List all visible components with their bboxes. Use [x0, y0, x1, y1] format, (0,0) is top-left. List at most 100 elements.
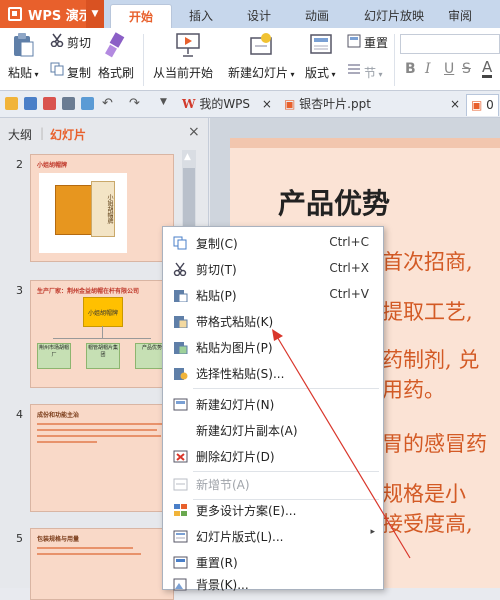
ppt-file-icon: ▣ — [284, 97, 296, 111]
layout-button[interactable]: 版式 ▾ — [305, 64, 336, 81]
format-brush-button[interactable]: 格式刷 — [98, 64, 134, 81]
menu-item-paste[interactable]: 粘贴(P) Ctrl+V — [163, 282, 383, 308]
menu-item-label: 剪切(T) — [196, 263, 237, 277]
thumb-text-line — [37, 547, 133, 549]
slide-number: 5 — [16, 532, 23, 545]
slide-text-line[interactable]: 药制剂, 兑 — [382, 344, 479, 374]
copy-button[interactable]: 复制 — [67, 64, 91, 81]
tab-slideshow[interactable]: 幻灯片放映 — [352, 4, 436, 28]
close-pane-icon[interactable]: × — [188, 124, 200, 140]
menu-item-paste-with-format[interactable]: 带格式粘贴(K) — [163, 308, 383, 334]
tab-outline[interactable]: 大纲 — [8, 126, 32, 143]
section-icon[interactable] — [347, 63, 361, 78]
scissors-icon[interactable] — [50, 33, 64, 50]
slide-number: 2 — [16, 158, 23, 171]
chevron-down-icon[interactable]: ▼ — [86, 0, 104, 28]
format-brush-icon[interactable] — [104, 32, 126, 61]
slide-text-line[interactable]: 首次招商, — [382, 246, 473, 276]
italic-button[interactable]: I — [425, 61, 431, 77]
menu-item-paste-as-picture[interactable]: 粘贴为图片(P) — [163, 334, 383, 360]
slide-thumbnail-2[interactable]: 小姐胡帽牌 小姐胡帽牌 — [30, 154, 174, 262]
tab-home[interactable]: 开始 — [110, 4, 172, 29]
product-image: 小姐胡帽牌 — [39, 173, 127, 253]
from-current-button[interactable]: 从当前开始 — [153, 64, 213, 81]
pane-tabs: 大纲 | 幻灯片 × — [0, 118, 208, 148]
tab-animation[interactable]: 动画 — [294, 4, 340, 28]
wps-app-menu-button[interactable]: WPS 演示 ▼ — [0, 0, 104, 28]
menu-item-paste-special[interactable]: 选择性粘贴(S)... — [163, 360, 383, 386]
cut-button[interactable]: 剪切 — [67, 34, 91, 51]
section-button[interactable]: 节 ▾ — [364, 64, 383, 81]
chevron-down-icon[interactable]: ▼ — [160, 97, 167, 107]
slide-text-line[interactable]: 规格是小 — [382, 478, 466, 508]
menu-item-label: 背景(K)... — [196, 578, 249, 592]
tab-my-wps[interactable]: W 我的WPS × — [182, 94, 272, 115]
open-icon[interactable] — [5, 97, 18, 110]
underline-button[interactable]: U — [444, 61, 454, 77]
tab-review[interactable]: 审阅 — [440, 4, 480, 28]
menu-item-label: 粘贴为图片(P) — [196, 341, 273, 355]
tab-active-document-label: 0 — [486, 98, 494, 112]
bold-button[interactable]: B — [405, 61, 416, 77]
tab-slides[interactable]: 幻灯片 — [50, 126, 86, 143]
paste-special-icon — [173, 366, 188, 380]
org-node: 帽管胡帽片集团 — [86, 343, 120, 369]
slide-thumbnail-5[interactable]: 包装规格与用量 — [30, 528, 174, 600]
menu-item-add-section: 新增节(A) — [163, 471, 383, 497]
font-name-select[interactable] — [400, 34, 500, 54]
slide-thumbnail-3[interactable]: 生产厂家：荆州金益胡帽在杆有限公司 小姐胡帽牌 荆州市场胡帽厂 帽管胡帽片集团 … — [30, 280, 174, 388]
scroll-up-icon[interactable]: ▲ — [184, 152, 191, 162]
export-pdf-icon[interactable] — [43, 97, 56, 110]
reset-icon[interactable] — [347, 34, 361, 51]
print-preview-icon[interactable] — [81, 97, 94, 110]
submenu-arrow-icon: ▸ — [370, 527, 375, 537]
paste-image-icon — [173, 340, 188, 355]
slide-number: 4 — [16, 408, 23, 421]
thumb-text-line — [37, 429, 157, 431]
slide-text-line[interactable]: 胃的感冒药 — [382, 428, 487, 458]
print-icon[interactable] — [62, 97, 75, 110]
paste-icon — [173, 288, 188, 303]
tab-insert[interactable]: 插入 — [178, 4, 224, 28]
menu-item-slide-layout[interactable]: 幻灯片版式(L)... ▸ — [163, 523, 383, 549]
tab-document[interactable]: ▣ 银杏叶片.ppt — [284, 94, 371, 115]
slideshow-icon[interactable] — [176, 32, 200, 61]
copy-icon[interactable] — [50, 62, 64, 79]
strike-button[interactable]: S — [462, 61, 471, 77]
menu-item-copy[interactable]: 复制(C) Ctrl+C — [163, 230, 383, 256]
close-icon[interactable]: × — [450, 94, 460, 115]
menu-item-delete-slide[interactable]: 删除幻灯片(D) — [163, 443, 383, 469]
menu-item-cut[interactable]: 剪切(T) Ctrl+X — [163, 256, 383, 282]
menu-item-background[interactable]: 背景(K)... — [163, 571, 383, 597]
save-icon[interactable] — [24, 97, 37, 110]
copy-icon — [173, 236, 188, 250]
menu-item-shortcut: Ctrl+C — [329, 235, 369, 249]
close-icon[interactable]: × — [262, 97, 272, 111]
thumb-title: 生产厂家：荆州金益胡帽在杆有限公司 — [37, 288, 140, 295]
menu-item-more-designs[interactable]: 更多设计方案(E)... — [163, 497, 383, 523]
redo-icon[interactable]: ↷ — [129, 96, 140, 111]
menu-item-label: 新增节(A) — [196, 478, 250, 492]
new-slide-icon[interactable] — [248, 32, 274, 61]
menu-item-duplicate-slide[interactable]: 新建幻灯片副本(A) — [163, 417, 383, 443]
reset-button[interactable]: 重置 — [364, 34, 388, 51]
new-slide-button[interactable]: 新建幻灯片 ▾ — [228, 64, 295, 81]
slide-title[interactable]: 产品优势 — [278, 182, 390, 222]
reset-icon — [173, 555, 188, 569]
thumb-title: 包装规格与用量 — [37, 536, 80, 543]
layout-icon[interactable] — [310, 34, 332, 57]
menu-item-new-slide[interactable]: 新建幻灯片(N) — [163, 391, 383, 417]
undo-icon[interactable]: ↶ — [102, 96, 113, 111]
menu-item-label: 粘贴(P) — [196, 289, 237, 303]
slide-text-line[interactable]: 用药。 — [382, 374, 445, 404]
paste-button[interactable]: 粘贴 ▾ — [8, 64, 39, 81]
font-color-button[interactable]: A — [482, 59, 493, 78]
slide-text-line[interactable]: 接受度高, — [382, 508, 473, 538]
slide-thumbnail-4[interactable]: 成份和功能主治 — [30, 404, 174, 512]
slide-text-line[interactable]: 提取工艺, — [382, 296, 473, 326]
menu-item-label: 删除幻灯片(D) — [196, 450, 275, 464]
paste-icon[interactable] — [12, 32, 34, 58]
tab-active-document[interactable]: ▣ 0 — [466, 94, 499, 116]
org-node-top: 小姐胡帽牌 — [83, 297, 123, 327]
tab-design[interactable]: 设计 — [236, 4, 282, 28]
